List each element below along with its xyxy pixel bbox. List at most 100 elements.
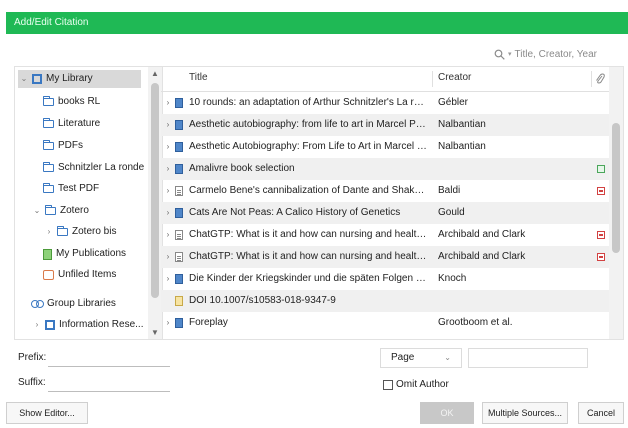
sidebar-item-unfiled-items[interactable]: Unfiled Items bbox=[43, 266, 116, 284]
sidebar-item-label: Literature bbox=[58, 118, 101, 129]
sidebar-item-my-publications[interactable]: My Publications bbox=[43, 245, 126, 263]
column-divider[interactable] bbox=[591, 71, 592, 87]
omit-author-label: Omit Author bbox=[396, 379, 449, 390]
show-editor-button[interactable]: Show Editor... bbox=[6, 402, 88, 424]
table-row[interactable]: › Foreplay Grootboom et al. bbox=[161, 312, 609, 334]
book-icon bbox=[175, 274, 183, 284]
expand-icon[interactable]: › bbox=[164, 268, 172, 290]
expand-icon[interactable]: › bbox=[164, 180, 172, 202]
collections-pane: ⌄ My Library books RL Literature PDFs Sc… bbox=[14, 66, 163, 340]
folder-icon bbox=[43, 140, 54, 150]
locator-input[interactable] bbox=[468, 348, 588, 368]
folder-icon bbox=[43, 118, 54, 128]
search-placeholder: Title, Creator, Year bbox=[514, 48, 597, 60]
locator-type-value: Page bbox=[391, 352, 415, 363]
sidebar-item-label: Test PDF bbox=[58, 183, 100, 194]
expand-icon[interactable]: › bbox=[164, 114, 172, 136]
sidebar-item-label: Unfiled Items bbox=[58, 269, 117, 280]
table-row[interactable]: › ChatGTP: What is it and how can nursing… bbox=[161, 224, 609, 246]
table-row[interactable]: › Die Kinder der Kriegskinder und die spä… bbox=[161, 268, 609, 290]
ok-button[interactable]: OK bbox=[420, 402, 474, 424]
suffix-input[interactable] bbox=[48, 373, 170, 392]
sidebar-item-books-rl[interactable]: books RL bbox=[43, 93, 100, 111]
checkbox-box[interactable] bbox=[383, 379, 393, 390]
pdf-attachment-icon[interactable] bbox=[597, 187, 605, 195]
sidebar-item-group-libraries[interactable]: Group Libraries bbox=[31, 295, 116, 313]
table-row[interactable]: DOI 10.1007/s10583-018-9347-9 bbox=[161, 290, 609, 312]
scroll-down-icon[interactable]: ▼ bbox=[151, 328, 159, 337]
group-icon bbox=[31, 299, 44, 309]
expand-icon[interactable]: › bbox=[164, 246, 172, 268]
document-icon bbox=[175, 230, 183, 240]
pdf-attachment-icon[interactable] bbox=[597, 231, 605, 239]
expand-icon[interactable]: › bbox=[164, 92, 172, 114]
image-attachment-icon[interactable] bbox=[597, 165, 605, 173]
expand-icon[interactable]: › bbox=[164, 202, 172, 224]
scrollbar-thumb[interactable] bbox=[612, 123, 620, 253]
table-row[interactable]: › 10 rounds: an adaptation of Arthur Schn… bbox=[161, 92, 609, 114]
sidebar-item-information-research[interactable]: › Information Rese... bbox=[33, 316, 143, 334]
sidebar-item-zotero-bis[interactable]: › Zotero bis bbox=[45, 223, 116, 241]
sidebar-item-zotero[interactable]: ⌄ Zotero bbox=[33, 202, 89, 220]
expand-icon[interactable]: › bbox=[164, 224, 172, 246]
item-creator: Archibald and Clark bbox=[438, 229, 526, 240]
chevron-right-icon[interactable]: › bbox=[33, 316, 41, 334]
expand-icon[interactable]: › bbox=[164, 312, 172, 334]
column-title[interactable]: Title bbox=[189, 72, 208, 83]
sidebar-item-label: books RL bbox=[58, 96, 101, 107]
pdf-attachment-icon[interactable] bbox=[597, 253, 605, 261]
search-icon bbox=[494, 49, 505, 60]
sidebar-item-label: Zotero bbox=[60, 205, 89, 216]
window-title: Add/Edit Citation bbox=[6, 12, 628, 34]
book-icon bbox=[175, 208, 183, 218]
item-title: Aesthetic Autobiography: From Life to Ar… bbox=[189, 141, 427, 152]
scrollbar-thumb[interactable] bbox=[151, 83, 159, 298]
search-field[interactable]: ▾ Title, Creator, Year bbox=[494, 47, 614, 61]
book-icon bbox=[175, 318, 183, 328]
column-creator[interactable]: Creator bbox=[438, 72, 471, 83]
cancel-button[interactable]: Cancel bbox=[578, 402, 624, 424]
expand-icon[interactable]: › bbox=[164, 158, 172, 180]
sidebar-item-my-library[interactable]: ⌄ My Library bbox=[18, 70, 141, 88]
sidebar-item-test-pdf[interactable]: Test PDF bbox=[43, 180, 99, 198]
sidebar-item-literature[interactable]: Literature bbox=[43, 115, 100, 133]
sidebar-item-label: My Publications bbox=[56, 248, 127, 259]
table-row[interactable]: › ChatGTP: What is it and how can nursing… bbox=[161, 246, 609, 268]
item-title: DOI 10.1007/s10583-018-9347-9 bbox=[189, 295, 336, 306]
table-row[interactable]: › Amalivre book selection bbox=[161, 158, 609, 180]
table-row[interactable]: › Carmelo Bene's cannibalization of Dante… bbox=[161, 180, 609, 202]
locator-type-select[interactable]: Page ⌄ bbox=[380, 348, 462, 368]
item-creator: Nalbantian bbox=[438, 141, 486, 152]
folder-icon bbox=[45, 205, 56, 215]
item-creator: Nalbantian bbox=[438, 119, 486, 130]
item-creator: Archibald and Clark bbox=[438, 251, 526, 262]
paperclip-icon[interactable] bbox=[595, 73, 605, 85]
sidebar-item-schnitzler[interactable]: Schnitzler La ronde bbox=[43, 159, 144, 177]
chevron-right-icon[interactable]: › bbox=[45, 223, 53, 241]
item-creator: Grootboom et al. bbox=[438, 317, 513, 328]
scroll-up-icon[interactable]: ▲ bbox=[151, 69, 159, 78]
book-icon bbox=[175, 120, 183, 130]
items-header: Title Creator bbox=[161, 67, 609, 92]
collections-scrollbar[interactable]: ▲ ▼ bbox=[148, 67, 162, 339]
chevron-down-icon[interactable]: ⌄ bbox=[33, 202, 41, 220]
items-scrollbar[interactable] bbox=[609, 67, 623, 339]
prefix-label: Prefix: bbox=[18, 352, 47, 363]
column-divider[interactable] bbox=[432, 71, 433, 87]
book-icon bbox=[175, 98, 183, 108]
document-icon bbox=[175, 186, 183, 196]
prefix-input[interactable] bbox=[48, 348, 170, 367]
table-row[interactable]: › Aesthetic Autobiography: From Life to A… bbox=[161, 136, 609, 158]
omit-author-checkbox[interactable]: Omit Author bbox=[383, 379, 449, 390]
sidebar-item-pdfs[interactable]: PDFs bbox=[43, 137, 83, 155]
table-row[interactable]: › Aesthetic autobiography: from life to a… bbox=[161, 114, 609, 136]
sidebar-item-label: Information Rese... bbox=[59, 319, 144, 330]
expand-icon[interactable]: › bbox=[164, 136, 172, 158]
multiple-sources-button[interactable]: Multiple Sources... bbox=[482, 402, 568, 424]
chevron-down-icon[interactable]: ▾ bbox=[508, 50, 512, 58]
sidebar-item-label: Schnitzler La ronde bbox=[58, 162, 145, 173]
item-title: ChatGTP: What is it and how can nursing … bbox=[189, 229, 427, 240]
chevron-down-icon[interactable]: ⌄ bbox=[444, 349, 451, 367]
chevron-down-icon[interactable]: ⌄ bbox=[20, 70, 28, 88]
table-row[interactable]: › Cats Are Not Peas: A Calico History of … bbox=[161, 202, 609, 224]
